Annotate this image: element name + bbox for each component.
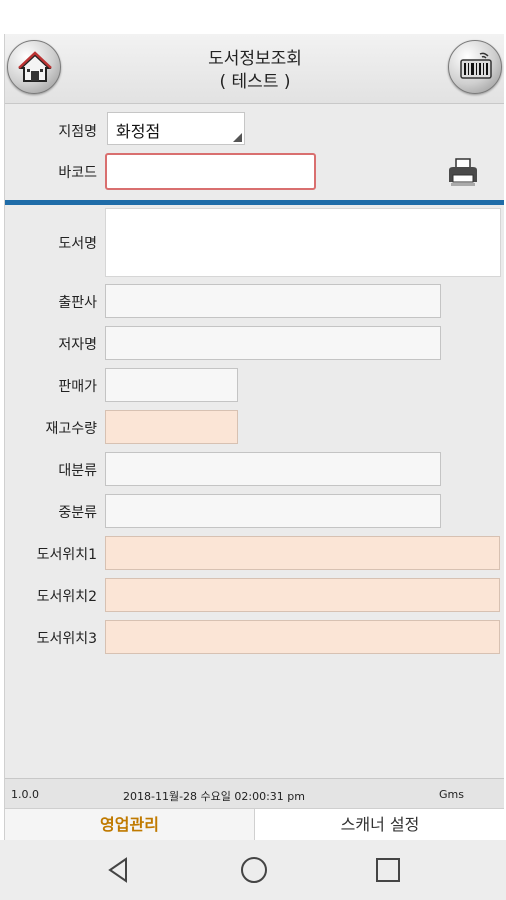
publisher-label: 출판사 xyxy=(58,295,97,311)
print-button[interactable] xyxy=(445,155,481,191)
book-title-field xyxy=(105,208,501,277)
home-circle-icon xyxy=(241,857,267,883)
barcode-scan-button[interactable] xyxy=(448,40,502,94)
middle-category-field xyxy=(105,494,441,528)
recent-apps-square-icon xyxy=(376,858,400,882)
publisher-field xyxy=(105,284,441,318)
branch-select[interactable]: 화정점 xyxy=(107,112,245,145)
page-subtitle: ( 테스트 ) xyxy=(219,72,291,92)
back-button[interactable] xyxy=(104,855,134,885)
home-nav-button[interactable] xyxy=(239,855,269,885)
barcode-input[interactable] xyxy=(105,153,316,190)
android-nav-bar xyxy=(0,840,506,900)
author-label: 저자명 xyxy=(58,337,97,353)
back-triangle-icon xyxy=(108,857,127,883)
barcode-scanner-icon xyxy=(460,52,492,79)
barcode-label: 바코드 xyxy=(58,165,97,181)
branch-label: 지점명 xyxy=(58,124,97,140)
status-bar: 1.0.0 2018-11월-28 수요일 02:00:31 pm Gms xyxy=(5,778,504,808)
location1-label: 도서위치1 xyxy=(36,547,97,563)
middle-category-label: 중분류 xyxy=(58,505,97,521)
location2-label: 도서위치2 xyxy=(36,589,97,605)
printer-icon xyxy=(449,158,477,186)
tab-scanner-settings[interactable]: 스캐너 설정 xyxy=(255,809,504,840)
location2-field xyxy=(105,578,500,612)
book-title-label: 도서명 xyxy=(58,236,97,252)
location1-field xyxy=(105,536,500,570)
bottom-tabs: 영업관리 스캐너 설정 xyxy=(5,808,504,840)
author-field xyxy=(105,326,441,360)
status-user: Gms xyxy=(439,788,464,801)
dropdown-arrow-icon xyxy=(233,133,242,142)
tab-sales-management[interactable]: 영업관리 xyxy=(5,809,255,840)
app-header: 도서정보조회 ( 테스트 ) xyxy=(5,34,504,104)
section-divider xyxy=(5,200,504,205)
stock-field xyxy=(105,410,238,444)
major-category-label: 대분류 xyxy=(58,463,97,479)
system-status-strip xyxy=(0,0,506,34)
price-field xyxy=(105,368,238,402)
location3-label: 도서위치3 xyxy=(36,631,97,647)
app-version: 1.0.0 xyxy=(11,788,39,801)
recent-apps-button[interactable] xyxy=(373,855,403,885)
page-title: 도서정보조회 xyxy=(208,49,302,69)
branch-select-value: 화정점 xyxy=(116,122,161,141)
stock-label: 재고수량 xyxy=(45,421,97,437)
location3-field xyxy=(105,620,500,654)
major-category-field xyxy=(105,452,441,486)
status-datetime: 2018-11월-28 수요일 02:00:31 pm xyxy=(123,790,305,803)
price-label: 판매가 xyxy=(58,379,97,395)
app-window: 도서정보조회 ( 테스트 ) 지점명 화정점 바코드 도서명 출판사 저자명 판… xyxy=(4,34,504,840)
